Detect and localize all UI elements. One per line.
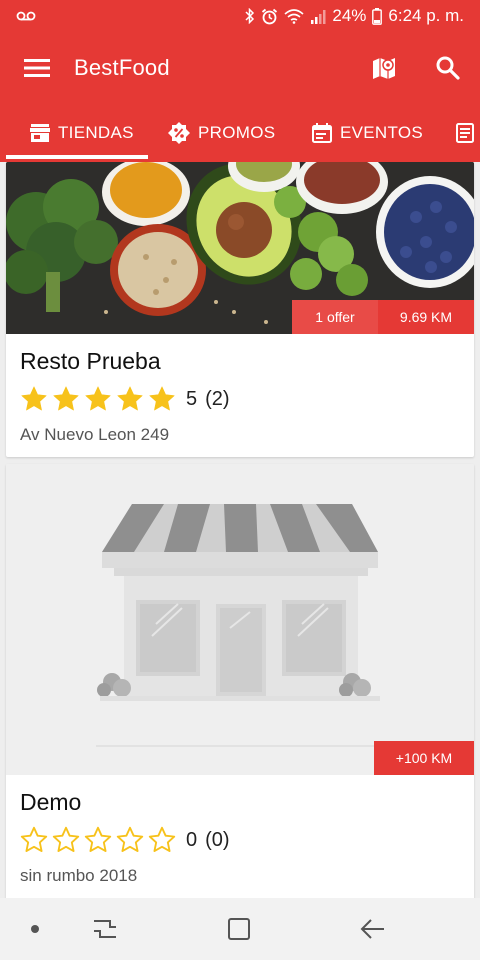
map-button[interactable] <box>352 32 416 104</box>
tab-eventos[interactable]: EVENTOS <box>312 104 423 162</box>
card-badges: 1 offer 9.69 KM <box>292 300 474 334</box>
star-filled-icon <box>21 386 47 411</box>
rating-value: 0 <box>186 828 198 851</box>
app-title: BestFood <box>74 55 170 80</box>
rating-row: 0 (0) <box>20 824 460 856</box>
clock: 6:24 p. m. <box>388 6 464 25</box>
signal-icon <box>310 9 326 24</box>
card-badges: +100 KM <box>374 741 474 775</box>
rating-value: 5 <box>186 387 198 410</box>
store-name: Demo <box>20 789 82 815</box>
rating-stars <box>20 385 176 413</box>
bluetooth-icon <box>245 8 255 24</box>
store-address: sin rumbo 2018 <box>20 866 138 885</box>
store-icon <box>30 124 50 142</box>
back-icon <box>360 919 384 939</box>
star-empty-icon <box>84 826 112 853</box>
rating-row: 5 (2) <box>20 383 460 415</box>
store-card[interactable]: +100 KM Demo 0 (0) sin rumbo 2018 <box>6 464 474 898</box>
distance-badge: 9.69 KM <box>378 300 474 334</box>
star-filled-icon <box>117 386 143 411</box>
card-body: Resto Prueba 5 (2) Av Nuevo Leon 249 <box>6 334 474 445</box>
store-card[interactable]: 1 offer 9.69 KM Resto Prueba 5 (2) Av Nu… <box>6 162 474 457</box>
hamburger-menu-icon <box>24 59 50 77</box>
recents-button[interactable] <box>70 898 140 960</box>
search-icon <box>436 56 460 80</box>
store-name: Resto Prueba <box>20 348 161 374</box>
wifi-icon <box>284 8 304 24</box>
dot-icon <box>31 925 39 933</box>
dot-button[interactable] <box>0 898 70 960</box>
tab-label: TIENDAS <box>58 123 134 142</box>
app-bar: BestFood <box>0 32 480 104</box>
search-button[interactable] <box>416 32 480 104</box>
recents-icon <box>94 920 116 938</box>
star-empty-icon <box>148 826 176 853</box>
star-empty-icon <box>52 826 80 853</box>
store-placeholder-image: +100 KM <box>6 464 474 775</box>
tab-label: PROMOS <box>198 123 276 142</box>
battery-percent: 24% <box>332 6 367 25</box>
system-nav-bar <box>0 898 480 960</box>
home-button[interactable] <box>204 898 274 960</box>
store-list[interactable]: 1 offer 9.69 KM Resto Prueba 5 (2) Av Nu… <box>0 162 480 898</box>
star-empty-icon <box>116 826 144 853</box>
home-icon <box>228 918 250 940</box>
status-bar: 24% 6:24 p. m. <box>0 0 480 32</box>
battery-icon <box>372 7 383 25</box>
star-filled-icon <box>53 386 79 411</box>
tab-label: EVENTOS <box>340 123 424 142</box>
tab-indicator <box>6 155 148 159</box>
star-filled-icon <box>85 386 111 411</box>
tab-tiendas[interactable]: TIENDAS <box>10 104 148 162</box>
rating-count: (0) <box>205 828 230 851</box>
offer-badge: 1 offer <box>292 300 378 334</box>
card-body: Demo 0 (0) sin rumbo 2018 <box>6 775 474 886</box>
alarm-icon <box>261 8 278 25</box>
voicemail-icon <box>16 10 36 22</box>
tab-bar: TIENDAS PROMOS EVENTOS <box>0 104 480 162</box>
list-icon <box>456 123 474 143</box>
promo-badge-icon <box>168 122 190 144</box>
tab-more[interactable] <box>456 104 480 162</box>
star-filled-icon <box>149 386 175 411</box>
star-empty-icon <box>20 826 48 853</box>
store-photo: 1 offer 9.69 KM <box>6 162 474 334</box>
tab-promos[interactable]: PROMOS <box>168 104 275 162</box>
rating-stars <box>20 826 176 854</box>
rating-count: (2) <box>205 387 230 410</box>
map-icon <box>373 58 395 79</box>
menu-button[interactable] <box>0 32 74 104</box>
calendar-icon <box>312 123 332 143</box>
distance-badge: +100 KM <box>374 741 474 775</box>
store-address: Av Nuevo Leon 249 <box>20 425 170 444</box>
back-button[interactable] <box>338 898 408 960</box>
